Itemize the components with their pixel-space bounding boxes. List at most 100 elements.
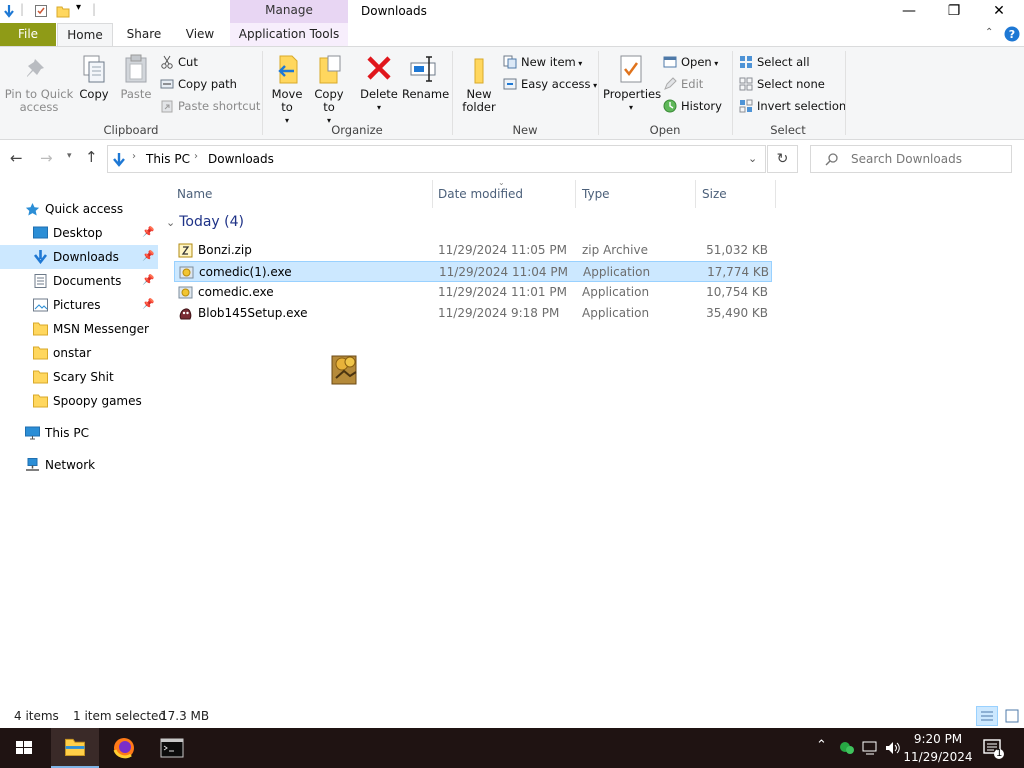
collapse-ribbon-icon[interactable]: ⌃ [985,27,993,38]
large-icons-view-icon[interactable] [1003,706,1021,726]
status-bar: 4 items 1 item selected 17.3 MB [0,705,1024,728]
group-header-today[interactable]: ⌄ Today (4) [166,214,244,230]
nav-quick-access[interactable]: Quick access [0,197,158,221]
up-arrow-icon[interactable]: ↑ [85,148,98,166]
nav-item-spoopy-games[interactable]: Spoopy games [0,389,158,413]
history-button[interactable]: History [663,97,722,115]
tab-file[interactable]: File [0,23,56,46]
terminal-taskbar-icon[interactable] [148,728,196,768]
windows-start-icon[interactable] [0,728,48,768]
details-view-icon[interactable] [976,706,998,726]
pin-icon[interactable]: 📌 [142,293,154,317]
breadcrumb-this-pc[interactable]: This PC [146,152,190,166]
open-button[interactable]: Open ▾ [663,53,718,71]
nav-item-downloads[interactable]: Downloads 📌 [0,245,158,269]
open-icon [663,56,677,68]
notifications-icon[interactable] [982,738,1006,760]
file-row-bonzi-zip[interactable]: Bonzi.zip 11/29/2024 11:05 PM zip Archiv… [174,240,772,261]
select-none-label: Select none [757,77,825,91]
dragged-file-icon [331,355,357,385]
move-to-icon [278,55,298,84]
rename-button[interactable]: Rename [402,53,449,101]
copy-button[interactable]: Copy [74,53,114,101]
forward-arrow-icon[interactable]: → [40,149,53,167]
new-folder-icon[interactable] [56,4,70,18]
recent-locations-icon[interactable]: ▾ [67,151,72,161]
network-tray-icon[interactable] [862,740,880,756]
help-icon[interactable]: ? [1004,26,1020,42]
copy-to-icon [319,55,341,84]
column-header-size[interactable]: Size [696,180,776,208]
search-icon [825,153,838,166]
properties-button[interactable]: Properties ▾ [603,53,662,114]
edit-button[interactable]: Edit [663,75,703,93]
tab-home[interactable]: Home [57,23,113,46]
pin-label: Pin to Quick access [4,87,74,114]
properties-label: Properties [603,87,662,101]
group-header-label: Today (4) [179,214,244,230]
nav-item-pictures[interactable]: Pictures 📌 [0,293,158,317]
firefox-taskbar-icon[interactable] [100,728,148,768]
nav-item-msn-messenger[interactable]: MSN Messenger [0,317,158,341]
breadcrumb-downloads[interactable]: Downloads [208,152,274,166]
properties-big-icon [620,55,642,83]
file-row-comedic-exe[interactable]: comedic.exe 11/29/2024 11:01 PM Applicat… [174,282,772,303]
file-row-comedic-1-exe[interactable]: comedic(1).exe 11/29/2024 11:04 PM Appli… [174,261,772,282]
refresh-button[interactable]: ↻ [767,145,798,173]
nav-this-pc[interactable]: This PC [0,421,158,445]
delete-button[interactable]: Delete ▾ [358,53,400,114]
down-arrow-icon[interactable] [2,4,16,18]
show-hidden-icons-icon[interactable]: ⌃ [816,738,827,753]
invert-selection-button[interactable]: Invert selection [739,97,846,115]
paste-button[interactable]: Paste [116,53,156,101]
select-none-button[interactable]: Select none [739,75,825,93]
address-dropdown-icon[interactable]: ⌄ [748,152,757,165]
tab-application-tools[interactable]: Application Tools [230,23,348,46]
select-none-icon [739,77,753,91]
edit-label: Edit [681,77,704,91]
nav-item-documents[interactable]: Documents 📌 [0,269,158,293]
easy-access-button[interactable]: Easy access ▾ [503,75,597,93]
column-header-type[interactable]: Type [576,180,696,208]
rename-icon [410,56,436,82]
new-group-label: New [512,123,538,137]
pin-icon[interactable]: 📌 [142,245,154,269]
back-arrow-icon[interactable]: ← [10,149,23,167]
search-input[interactable]: Search Downloads [810,145,1012,173]
pin-icon[interactable]: 📌 [142,221,154,245]
select-all-button[interactable]: Select all [739,53,810,71]
cut-button[interactable]: Cut [160,53,198,71]
new-item-button[interactable]: New item ▾ [503,53,582,71]
new-folder-button[interactable]: New folder [458,53,500,114]
qat-dropdown-icon[interactable]: ▾ [76,2,81,13]
close-button[interactable]: ✕ [976,0,1022,23]
copy-to-button[interactable]: Copy to ▾ [310,53,348,127]
manage-context-header: Manage [230,0,348,23]
history-label: History [681,99,722,113]
nav-item-onstar[interactable]: onstar [0,341,158,365]
select-all-label: Select all [757,55,810,69]
tray-clock[interactable]: 9:20 PM 11/29/2024 [900,730,976,766]
nav-network[interactable]: Network [0,453,158,477]
properties-icon[interactable] [34,4,48,18]
paste-shortcut-button[interactable]: Paste shortcut [160,97,260,115]
nav-item-scary-shit[interactable]: Scary Shit [0,365,158,389]
column-header-name[interactable]: Name [171,180,433,208]
copy-path-button[interactable]: Copy path [160,75,237,93]
move-to-button[interactable]: Move to ▾ [268,53,306,127]
minimize-button[interactable]: — [886,0,932,23]
tray-app-icon[interactable] [838,740,856,756]
window-title: Downloads [361,4,427,18]
file-date: 11/29/2024 11:04 PM [439,265,568,279]
star-icon [25,203,40,216]
tab-view[interactable]: View [172,23,228,46]
file-row-blob145setup-exe[interactable]: Blob145Setup.exe 11/29/2024 9:18 PM Appl… [174,303,772,324]
restore-button[interactable]: ❐ [931,0,977,23]
file-explorer-taskbar-icon[interactable] [51,728,99,768]
nav-item-desktop[interactable]: Desktop 📌 [0,221,158,245]
address-bar[interactable]: › This PC › Downloads ⌄ [107,145,766,173]
tab-share[interactable]: Share [116,23,172,46]
tray-time: 9:20 PM [913,732,963,746]
pin-icon[interactable]: 📌 [142,269,154,293]
pin-to-quick-access-button[interactable]: Pin to Quick access [4,53,74,114]
